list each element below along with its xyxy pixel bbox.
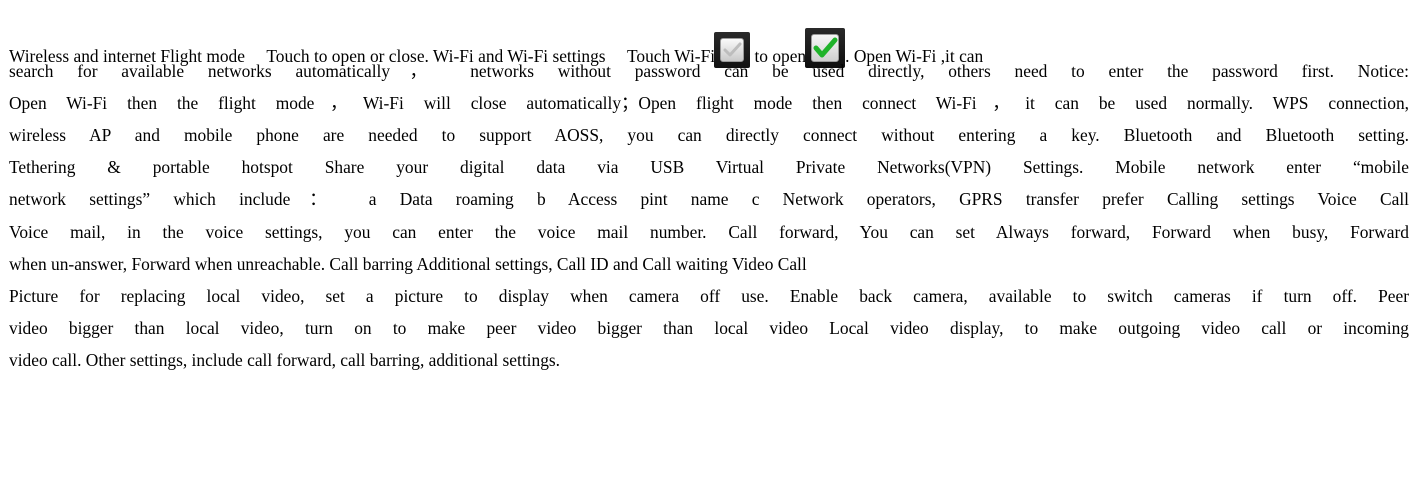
paragraph-line-6: network settings” which include： a Data … bbox=[9, 189, 1409, 209]
paragraph-line-5: Tethering & portable hotspot Share your … bbox=[9, 157, 1409, 177]
paragraph-line-8: when un-answer, Forward when unreachable… bbox=[9, 254, 807, 274]
paragraph-line-11: video call. Other settings, include call… bbox=[9, 350, 561, 370]
paragraph-line-3: Open Wi-Fi then the flight mode，Wi-Fi wi… bbox=[9, 93, 1409, 113]
paragraph-line-9: Picture for replacing local video, set a… bbox=[9, 286, 1409, 306]
document-page: Wireless and internet Flight mode Touch … bbox=[0, 0, 1414, 488]
paragraph-line-4: wireless AP and mobile phone are needed … bbox=[9, 125, 1409, 145]
paragraph-line-7: Voice mail, in the voice settings, you c… bbox=[9, 222, 1409, 242]
paragraph-line-10: video bigger than local video, turn on t… bbox=[9, 318, 1409, 338]
paragraph-line-2: search for available networks automatica… bbox=[9, 61, 1409, 81]
